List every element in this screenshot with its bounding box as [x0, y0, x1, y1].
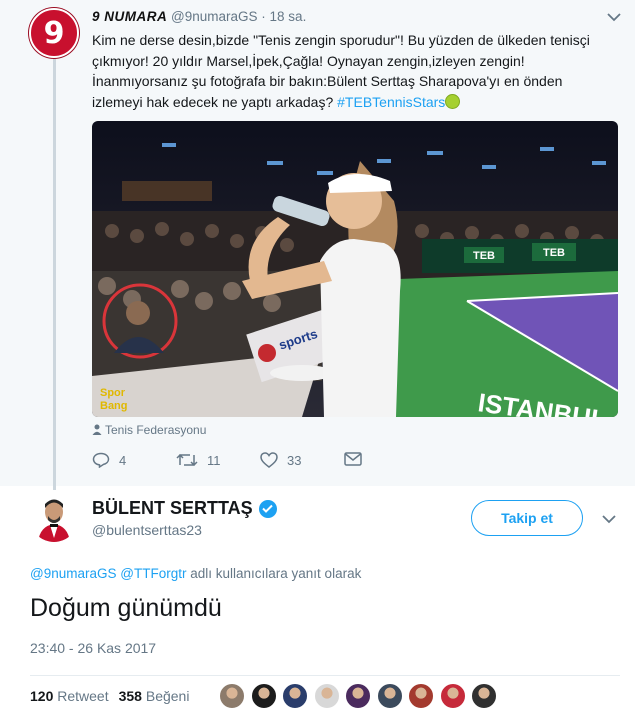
watermark-text-1: Spor — [100, 387, 126, 399]
tweet-photo[interactable]: TEB TEB ISTANBUL Spor Bang sports — [92, 121, 618, 417]
like-count: 33 — [287, 452, 302, 468]
follow-button[interactable]: Takip et — [471, 500, 583, 536]
watermark-text-2: Bang — [100, 400, 128, 412]
chevron-down-icon[interactable] — [607, 9, 621, 25]
liker-avatar[interactable] — [345, 683, 371, 709]
parent-header: 9 NUMARA @9numaraGS · 18 sa. — [92, 9, 306, 24]
liker-avatar[interactable] — [282, 683, 308, 709]
parent-action-bar: 4 11 33 — [92, 452, 392, 474]
reply-count: 4 — [119, 452, 127, 468]
retweet-stat-label: Retweet — [57, 688, 109, 704]
reply-handle[interactable]: @bulentserttas23 — [92, 522, 202, 538]
verified-badge-icon — [258, 499, 277, 518]
reply-avatar[interactable] — [30, 494, 78, 542]
parent-handle[interactable]: @9numaraGS — [171, 9, 258, 24]
tennis-ball-icon — [445, 93, 461, 109]
liker-avatars — [219, 683, 503, 709]
banner-text-2: TEB — [543, 247, 565, 259]
reply-name-text: BÜLENT SERTTAŞ — [92, 498, 253, 518]
thread-line — [53, 58, 56, 490]
banner-text-1: TEB — [473, 250, 495, 262]
parent-avatar[interactable]: 9 — [29, 8, 79, 58]
retweet-count: 11 — [207, 452, 221, 468]
divider — [30, 675, 620, 676]
reply-to-suffix: adlı kullanıcılara yanıt olarak — [190, 566, 362, 581]
liker-avatar[interactable] — [439, 683, 466, 709]
hashtag-link[interactable]: #TEBTennisStars — [337, 94, 445, 110]
avatar-text: 9 — [43, 15, 65, 51]
person-icon — [92, 424, 102, 435]
location-tag[interactable]: Tenis Federasyonu — [92, 423, 206, 437]
parent-tweet-text: Kim ne derse desin,bizde "Tenis zengin s… — [92, 30, 612, 112]
reply-tweet-text: Doğum günümdü — [30, 594, 222, 622]
liker-avatar[interactable] — [471, 683, 497, 709]
liker-avatar[interactable] — [219, 683, 245, 709]
retweet-button[interactable]: 11 — [176, 452, 221, 468]
message-button[interactable] — [344, 452, 362, 466]
envelope-icon — [344, 452, 362, 466]
like-button[interactable]: 33 — [260, 452, 301, 468]
mention-link-2[interactable]: @TTForgtr — [120, 566, 186, 581]
parent-display-name[interactable]: 9 NUMARA — [92, 9, 167, 24]
replying-to: @9numaraGS @TTForgtr adlı kullanıcılara … — [30, 566, 361, 581]
parent-timestamp[interactable]: · 18 sa. — [261, 9, 306, 24]
reply-display-name[interactable]: BÜLENT SERTTAŞ — [92, 498, 277, 519]
location-name: Tenis Federasyonu — [105, 423, 207, 437]
mention-link-1[interactable]: @9numaraGS — [30, 566, 117, 581]
liker-avatar[interactable] — [313, 683, 340, 709]
heart-icon — [260, 452, 278, 468]
reply-icon — [92, 452, 110, 468]
liker-avatar[interactable] — [376, 683, 403, 709]
like-stat[interactable]: 358 Beğeni — [119, 688, 190, 704]
like-stat-count: 358 — [118, 688, 142, 704]
parent-tweet[interactable]: 9 9 NUMARA @9numaraGS · 18 sa. Kim ne de… — [0, 0, 635, 490]
liker-avatar[interactable] — [250, 683, 277, 709]
reply-timestamp[interactable]: 23:40 - 26 Kas 2017 — [30, 640, 156, 656]
chevron-down-icon[interactable] — [602, 511, 616, 527]
retweet-stat-count: 120 — [30, 688, 54, 704]
retweet-stat[interactable]: 120 Retweet — [30, 688, 109, 704]
like-stat-label: Beğeni — [145, 688, 190, 704]
engagement-stats: 120 Retweet 358 Beğeni — [30, 688, 189, 704]
liker-avatar[interactable] — [408, 683, 434, 709]
reply-button[interactable]: 4 — [92, 452, 126, 468]
retweet-icon — [176, 453, 198, 467]
